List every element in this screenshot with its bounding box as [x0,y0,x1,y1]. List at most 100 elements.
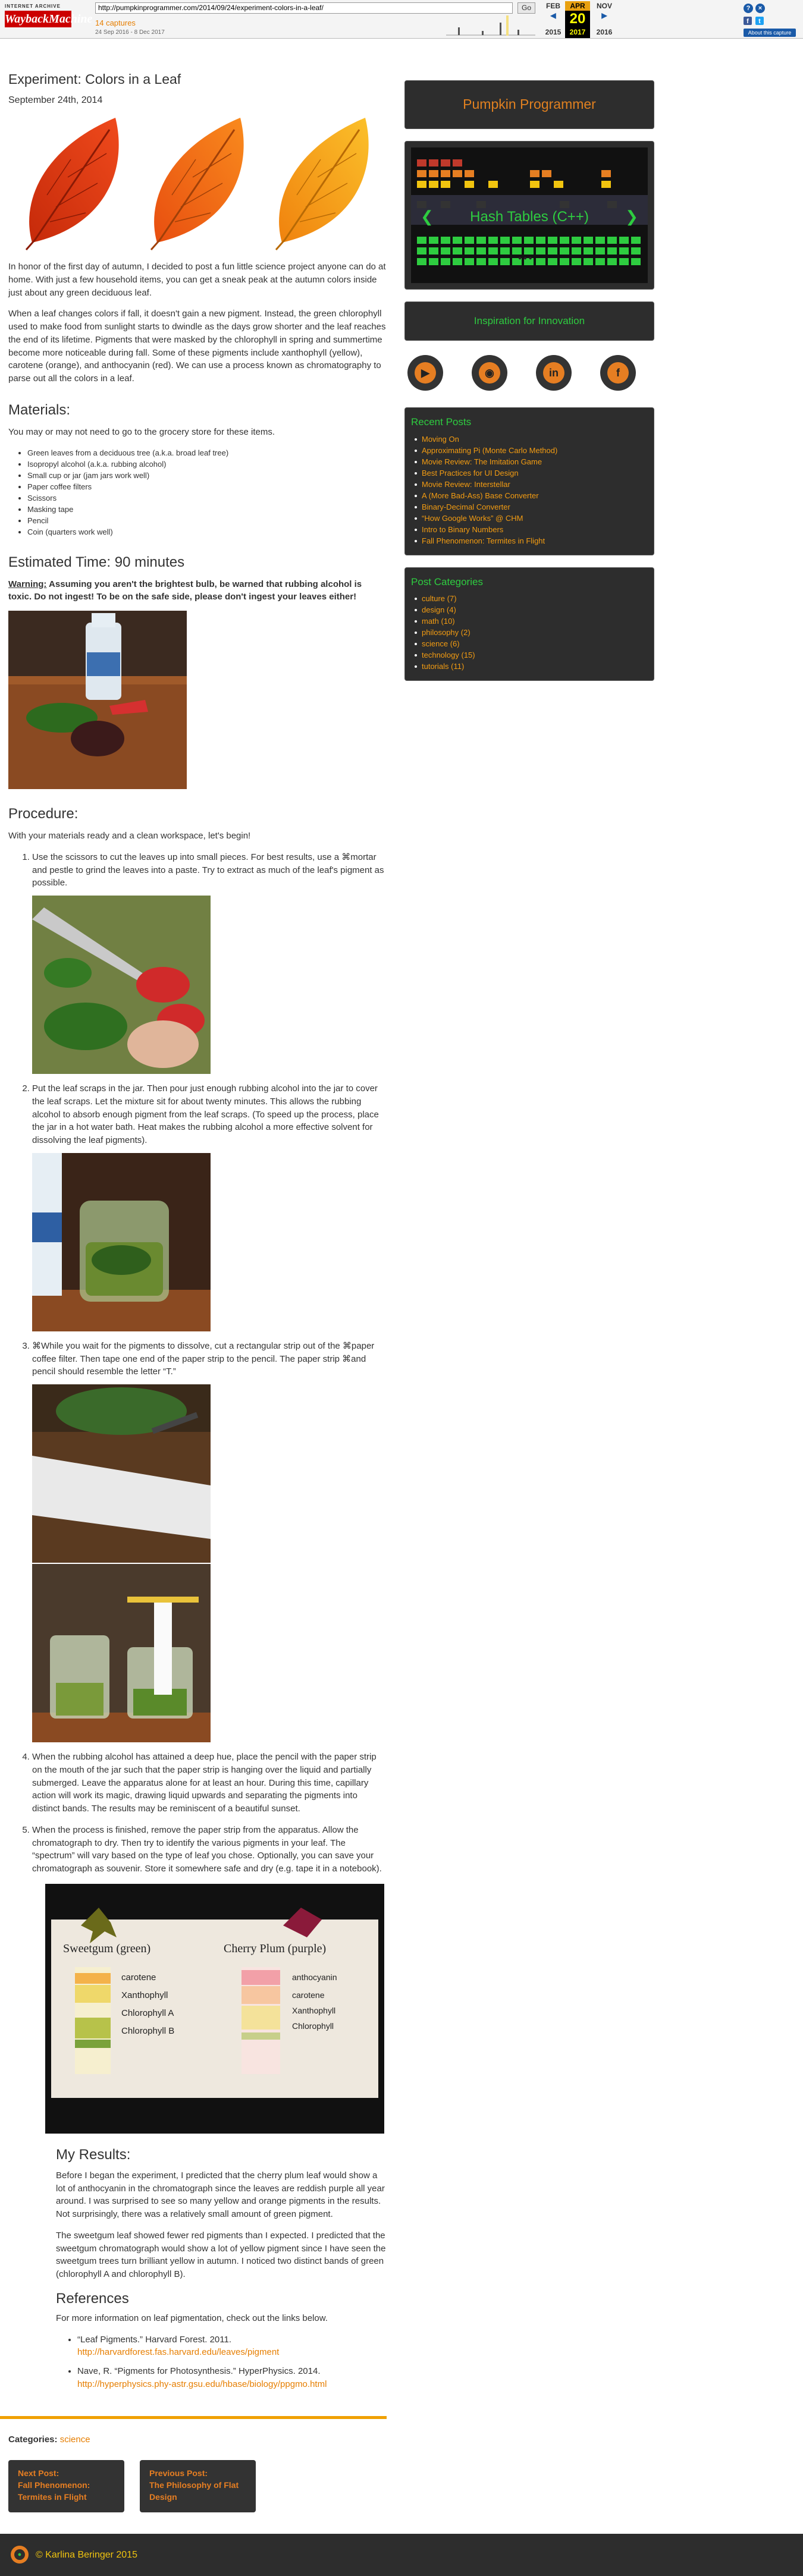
paper-strip-photo [32,1384,211,1563]
facebook-share-icon[interactable]: f [744,17,752,25]
recent-post-link[interactable]: Moving On [411,433,648,445]
warning-text: Assuming you aren't the brightest bulb, … [8,579,362,602]
prev-arrow-icon[interactable]: ◀ [541,11,565,21]
wayback-url-input[interactable]: http://pumpkinprogrammer.com/2014/09/24/… [95,2,513,14]
recent-posts-box: Recent Posts Moving On Approximating Pi … [404,407,654,555]
list-item: Paper coffee filters [27,481,387,492]
post-categories: Categories: science [8,2433,90,2446]
site-title: Pumpkin Programmer [463,96,596,112]
article: Experiment: Colors in a Leaf September 2… [8,71,387,2391]
cutting-leaves-photo [32,896,211,1075]
wayback-toolbar: INTERNET ARCHIVE WaybackMachine http://p… [0,0,803,39]
orange-leaf [150,118,244,251]
next-post-button[interactable]: Next Post: Fall Phenomenon: Termites in … [8,2460,124,2512]
results-paragraph-2: The sweetgum leaf showed fewer red pigme… [56,2230,386,2280]
recent-post-link[interactable]: Movie Review: Interstellar [411,479,648,490]
intro-paragraph-2: When a leaf changes colors if fall, it d… [8,309,386,384]
copyright: © Karlina Beringer 2015 [36,2550,137,2560]
list-item: Scissors [27,492,387,504]
pumpkin-logo-icon[interactable]: ● [11,2546,29,2564]
wayback-go-button[interactable]: Go [517,2,535,14]
references-heading: References [56,2290,129,2307]
category-link[interactable]: math (10) [411,615,648,627]
help-icon[interactable]: ? [744,4,753,13]
right-label: Chlorophyll [292,2021,334,2031]
wayback-calendar: FEB ◀ 2015 APR 20 2017 NOV ▶ 2016 [541,1,636,38]
sidebar: Pumpkin Programmer Hash Tables (C++) ❮ ❯… [404,80,654,681]
slider-next-icon[interactable]: ❯ [625,206,638,228]
reference-link[interactable]: http://harvardforest.fas.harvard.edu/lea… [77,2347,279,2357]
slider-title[interactable]: Hash Tables (C++) [411,207,648,228]
left-label: Chlorophyll B [121,2026,174,2036]
inspiration-text: Inspiration for Innovation [473,315,585,326]
materials-list: Green leaves from a deciduous tree (a.k.… [27,447,387,538]
materials-photo [8,611,187,790]
intro-paragraph-1: In honor of the first day of autumn, I d… [8,262,386,298]
categories-list: culture (7) design (4) math (10) philoso… [411,593,648,672]
recent-post-link[interactable]: Approximating Pi (Monte Carlo Method) [411,445,648,456]
featured-slider[interactable]: Hash Tables (C++) ❮ ❯ ● ● ● [404,141,654,290]
category-link[interactable]: science (6) [411,638,648,649]
month-prev[interactable]: FEB [541,1,565,11]
list-item: Nave, R. “Pigments for Photosynthesis.” … [77,2365,387,2391]
github-icon[interactable]: ◉ [472,355,507,391]
recent-post-link[interactable]: Best Practices for UI Design [411,467,648,479]
inspiration-box: Inspiration for Innovation [404,301,654,341]
year-prev[interactable]: 2015 [541,27,565,37]
time-heading: Estimated Time: 90 minutes [8,554,185,570]
close-icon[interactable]: × [755,4,765,13]
year-next[interactable]: 2016 [592,27,616,37]
right-label: Xanthophyll [292,2006,335,2015]
step-4: When the rubbing alcohol has attained a … [32,1751,387,1815]
list-item: Masking tape [27,504,387,515]
list-item: Isopropyl alcohol (a.k.a. rubbing alcoho… [27,458,387,470]
category-link[interactable]: technology (15) [411,649,648,661]
step-1: Use the scissors to cut the leaves up in… [32,851,387,1075]
post-date: September 24th, 2014 [8,95,103,105]
categories-label: Categories: [8,2434,58,2445]
recent-post-link[interactable]: Movie Review: The Imitation Game [411,456,648,467]
month-next[interactable]: NOV [592,1,616,11]
category-link[interactable]: culture (7) [411,593,648,604]
category-link[interactable]: design (4) [411,604,648,615]
wayback-current-date: APR 20 2017 [565,1,590,38]
step-3: ⌘While you wait for the pigments to diss… [32,1340,387,1743]
wayback-tools: ? × f t About this capture [744,2,797,37]
right-label: anthocyanin [292,1972,337,1982]
site-title-box[interactable]: Pumpkin Programmer [404,80,654,129]
warning: Warning: Assuming you aren't the brighte… [8,578,387,604]
category-link[interactable]: tutorials (11) [411,661,648,672]
post-categories-box: Post Categories culture (7) design (4) m… [404,567,654,681]
category-link[interactable]: philosophy (2) [411,627,648,638]
social-links: ▶ ◉ in f [404,341,654,403]
results-section: My Results: Before I began the experimen… [56,2147,387,2391]
about-capture-button[interactable]: About this capture [744,29,796,37]
recent-post-link[interactable]: Binary-Decimal Converter [411,501,648,513]
reference-link[interactable]: http://hyperphysics.phy-astr.gsu.edu/hba… [77,2379,327,2389]
left-label: Xanthophyll [121,1990,168,2000]
recent-post-link[interactable]: “How Google Works” @ CHM [411,513,648,524]
next-arrow-icon[interactable]: ▶ [592,11,616,21]
list-item: Green leaves from a deciduous tree (a.k.… [27,447,387,458]
previous-post-button[interactable]: Previous Post: The Philosophy of Flat De… [140,2460,256,2512]
list-item: Coin (quarters work well) [27,526,387,538]
procedure-intro: With your materials ready and a clean wo… [8,831,251,841]
slider-dots-icon[interactable]: ● ● ● [518,255,532,263]
recent-post-link[interactable]: Fall Phenomenon: Termites in Flight [411,535,648,546]
wayback-logo[interactable]: INTERNET ARCHIVE WaybackMachine [5,4,92,31]
post-categories-heading: Post Categories [411,576,483,588]
category-link[interactable]: science [60,2434,90,2445]
recent-post-link[interactable]: A (More Bad-Ass) Base Converter [411,490,648,501]
slider-prev-icon[interactable]: ❮ [421,206,434,228]
facebook-icon[interactable]: f [600,355,636,391]
apparatus-photo [32,1564,211,1743]
references-intro: For more information on leaf pigmentatio… [56,2313,328,2323]
wayback-captures-link[interactable]: 14 captures [95,18,136,29]
recent-post-link[interactable]: Intro to Binary Numbers [411,524,648,535]
twitter-share-icon[interactable]: t [755,17,764,25]
youtube-icon[interactable]: ▶ [407,355,443,391]
left-label: Chlorophyll A [121,2008,174,2018]
linkedin-icon[interactable]: in [536,355,572,391]
wayback-sparkline[interactable] [446,15,535,36]
post-title: Experiment: Colors in a Leaf [8,71,181,87]
